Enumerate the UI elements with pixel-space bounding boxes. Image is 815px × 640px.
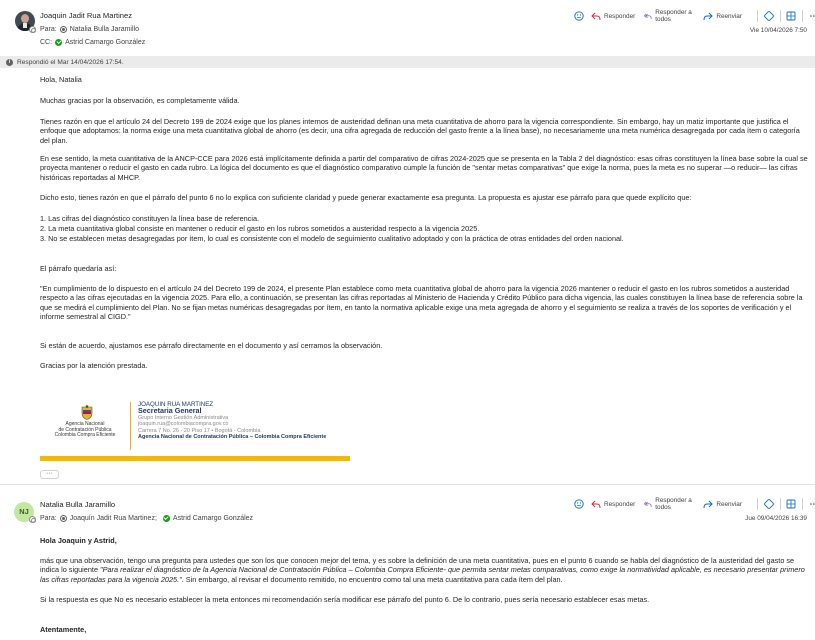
list-item: 1. Las cifras del diagnóstico constituye… (40, 214, 260, 223)
body-paragraph: Si la respuesta es que No es necesario e… (40, 595, 650, 604)
body-paragraph: Muchas gracias por la observación, es co… (40, 96, 240, 105)
greeting: Hola, Natalia (40, 75, 82, 84)
cc-label: CC: (40, 39, 53, 46)
message-header: Joaquin Jadit Rua Martinez Para: Natalia… (0, 0, 815, 56)
available-status-icon (162, 515, 170, 522)
to-label: Para: (40, 26, 57, 33)
reply-all-button[interactable]: Responder a todos (644, 497, 694, 511)
email-thread: Joaquin Jadit Rua Martinez Para: Natalia… (0, 0, 815, 640)
body-paragraph: Dicho esto, tienes razón en que el párra… (40, 193, 692, 202)
presence-status-icon (29, 26, 36, 33)
message-date: Jue 09/04/2026 16:39 (745, 515, 807, 522)
more-icon[interactable] (809, 499, 815, 510)
closing: Atentamente, (40, 625, 87, 634)
body-paragraph: Gracias por la atención prestada. (40, 361, 148, 370)
list-item: 2. La meta cuantitativa global consiste … (40, 224, 480, 233)
body-paragraph: El párrafo quedaría así: (40, 264, 117, 273)
message-toolbar: Responder Responder a todos Reenviar (574, 497, 815, 511)
cc-line: CC: Astrid Camargo González (40, 39, 145, 46)
sender-name[interactable]: Natalia Bulla Jaramillo (40, 500, 115, 509)
email-signature: Agencia Nacional de Contratación Pública… (40, 401, 380, 462)
teams-icon[interactable] (763, 499, 774, 510)
teams-icon[interactable] (763, 11, 774, 22)
recipient-name[interactable]: Astrid Camargo González (173, 515, 253, 522)
forward-icon (703, 12, 714, 20)
sender-name[interactable]: Joaquin Jadit Rua Martinez (40, 11, 132, 20)
body-paragraph: En ese sentido, la meta cuantitativa de … (40, 154, 808, 182)
to-label: Para: (40, 515, 57, 522)
grid-icon[interactable] (786, 11, 796, 22)
forward-button[interactable]: Reenviar (703, 500, 742, 509)
to-line: Para: Natalia Bulla Jaramillo (40, 26, 139, 33)
reply-icon (591, 12, 601, 20)
recipient-name[interactable]: Natalia Bulla Jaramillo (70, 26, 139, 33)
replied-notice-bar: i Respondió el Mar 14/04/2026 17:54. (0, 56, 815, 68)
reply-all-icon (644, 501, 652, 507)
reply-icon (591, 500, 601, 508)
body-paragraph: Tienes razón en que el artículo 24 del D… (40, 117, 800, 145)
signature-organization: Agencia Nacional de Contratación Pública… (54, 421, 116, 439)
message-date: Vie 10/04/2026 7:50 (749, 27, 807, 34)
list-item: 3. No se establecen metas desagregadas p… (40, 234, 624, 243)
reply-button[interactable]: Responder (591, 12, 635, 21)
presence-status-icon (29, 516, 36, 523)
reply-all-button[interactable]: Responder a todos (644, 9, 694, 23)
forward-button[interactable]: Reenviar (703, 12, 742, 21)
available-status-icon (55, 39, 63, 46)
signature-agency: Agencia Nacional de Contratación Pública… (138, 434, 327, 441)
signature-divider (130, 402, 131, 450)
signature-color-bar (40, 456, 350, 461)
message-divider (0, 484, 815, 485)
reply-button[interactable]: Responder (591, 500, 635, 509)
recipient-icon (59, 26, 67, 33)
forward-icon (703, 500, 714, 508)
show-more-button[interactable]: ··· (40, 470, 59, 479)
recipient-name[interactable]: Joaquín Jadit Rua Martinez; (70, 515, 157, 522)
emoji-icon[interactable] (574, 11, 584, 22)
body-paragraph: Si están de acuerdo, ajustamos ese párra… (40, 341, 383, 350)
coat-of-arms-icon (81, 405, 93, 420)
replied-notice: Respondió el Mar 14/04/2026 17:54. (17, 58, 124, 66)
to-line: Para: Joaquín Jadit Rua Martinez; Astrid… (40, 515, 253, 522)
grid-icon[interactable] (786, 499, 796, 510)
cc-recipient-name[interactable]: Astrid Camargo González (65, 39, 145, 46)
emoji-icon[interactable] (574, 499, 584, 510)
quoted-paragraph: "En cumplimiento de lo dispuesto en el a… (40, 284, 803, 322)
greeting: Hola Joaquin y Astrid, (40, 536, 117, 545)
body-paragraph: más que una observación, tengo una pregu… (40, 556, 805, 584)
reply-all-icon (644, 13, 652, 19)
signature-details: JOAQUIN RUA MARTINEZ Secretaria General … (138, 401, 327, 441)
more-icon[interactable] (809, 11, 815, 22)
recipient-icon (59, 515, 67, 522)
message-toolbar: Responder Responder a todos Reenviar (574, 9, 815, 23)
info-icon: i (6, 58, 13, 66)
